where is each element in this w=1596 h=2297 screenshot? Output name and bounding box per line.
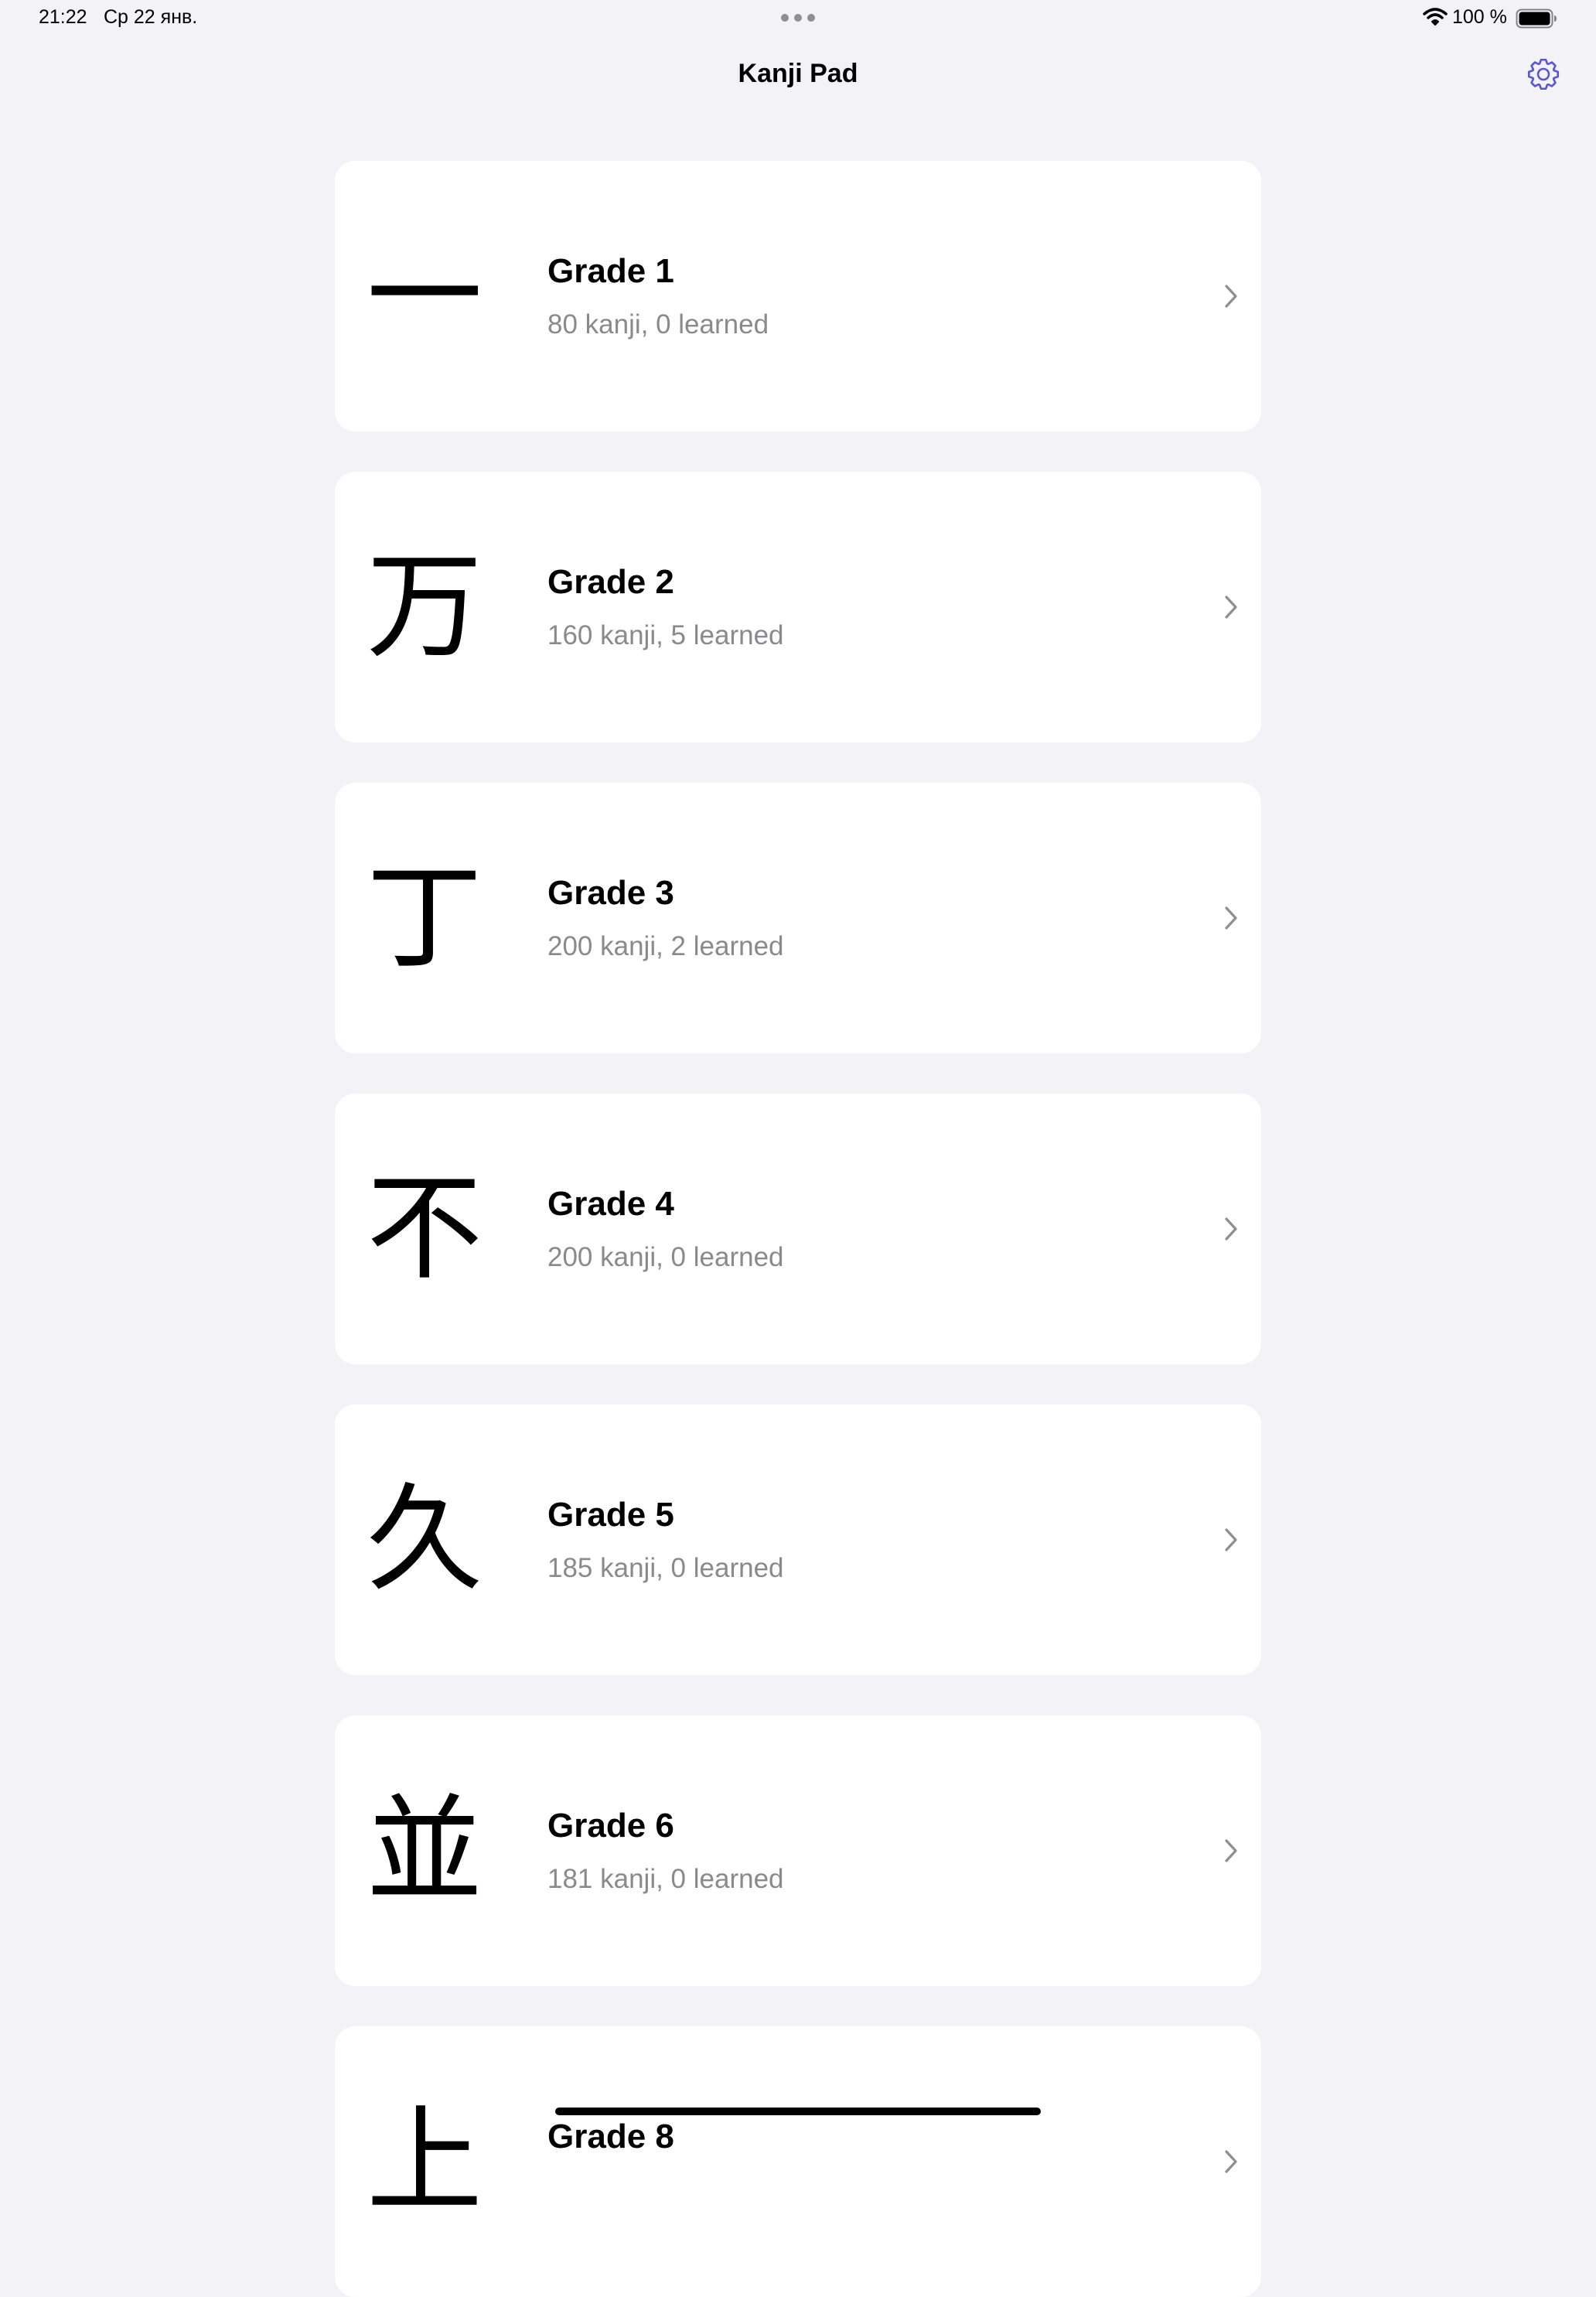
battery-icon	[1516, 9, 1557, 29]
battery-percent: 100 %	[1452, 6, 1507, 28]
grade-subtitle: 200 kanji, 0 learned	[547, 1242, 784, 1272]
grade-title: Grade 8	[547, 2118, 674, 2155]
chevron-right-icon	[1225, 596, 1237, 619]
wifi-icon	[1423, 8, 1448, 26]
grade-title: Grade 3	[547, 874, 674, 912]
grade-kanji: 久	[366, 1473, 483, 1607]
grade-kanji: 不	[366, 1162, 483, 1296]
grade-kanji: 並	[366, 1783, 483, 1918]
chevron-right-icon	[1225, 906, 1237, 930]
grade-subtitle: 200 kanji, 2 learned	[547, 931, 784, 961]
grade-title: Grade 2	[547, 563, 674, 601]
grade-kanji: 丁	[366, 851, 483, 985]
status-time: 21:22	[39, 6, 87, 28]
grade-title: Grade 5	[547, 1496, 674, 1534]
grade-card[interactable]: 久 Grade 5 185 kanji, 0 learned	[335, 1404, 1261, 1675]
chevron-right-icon	[1225, 2150, 1237, 2173]
settings-button[interactable]	[1525, 56, 1562, 93]
chevron-right-icon	[1225, 285, 1237, 308]
chevron-right-icon	[1225, 1839, 1237, 1862]
gear-icon	[1527, 58, 1560, 90]
status-date: Ср 22 янв.	[104, 6, 198, 28]
home-indicator[interactable]	[555, 2108, 1041, 2115]
grade-card[interactable]: 一 Grade 1 80 kanji, 0 learned	[335, 161, 1261, 432]
chevron-right-icon	[1225, 1528, 1237, 1551]
grade-kanji: 一	[366, 229, 483, 363]
grade-title: Grade 4	[547, 1185, 674, 1223]
status-bar: 21:22 Ср 22 янв. 100 %	[0, 0, 1596, 37]
grade-card[interactable]: 丁 Grade 3 200 kanji, 2 learned	[335, 783, 1261, 1053]
multitask-dots-icon[interactable]	[781, 13, 815, 22]
page-title: Kanji Pad	[738, 59, 858, 88]
grade-kanji: 万	[366, 540, 483, 674]
grade-title: Grade 1	[547, 252, 674, 290]
grade-card[interactable]: 並 Grade 6 181 kanji, 0 learned	[335, 1715, 1261, 1986]
grade-subtitle: 181 kanji, 0 learned	[547, 1864, 784, 1894]
grade-subtitle: 160 kanji, 5 learned	[547, 620, 784, 650]
grade-card[interactable]: 不 Grade 4 200 kanji, 0 learned	[335, 1094, 1261, 1364]
grade-title: Grade 6	[547, 1807, 674, 1845]
grade-subtitle: 80 kanji, 0 learned	[547, 309, 769, 340]
grade-subtitle: 185 kanji, 0 learned	[547, 1553, 784, 1583]
grade-kanji: 上	[366, 2094, 483, 2229]
chevron-right-icon	[1225, 1217, 1237, 1241]
grade-card[interactable]: 万 Grade 2 160 kanji, 5 learned	[335, 472, 1261, 742]
grade-card[interactable]: 上 Grade 8	[335, 2026, 1261, 2297]
